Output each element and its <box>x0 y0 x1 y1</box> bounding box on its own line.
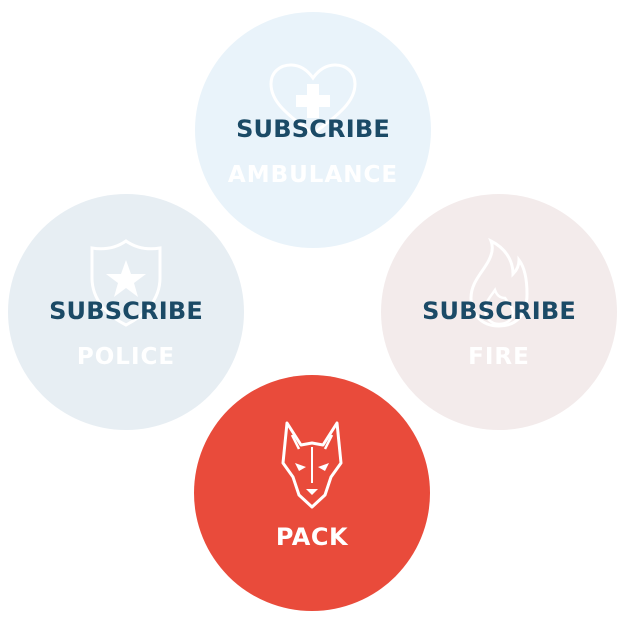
ambulance-subscribe-button[interactable]: SUBSCRIBE AMBULANCE <box>195 12 431 248</box>
wolf-icon <box>281 421 343 509</box>
police-subscribe-button[interactable]: SUBSCRIBE POLICE <box>8 194 244 430</box>
police-subscribe-label: SUBSCRIBE <box>49 297 203 325</box>
fire-label: FIRE <box>468 344 530 370</box>
pack-label: PACK <box>275 523 349 551</box>
subscription-menu: SUBSCRIBE AMBULANCE SUBSCRIBE POLICE SUB… <box>0 0 627 622</box>
ambulance-label: AMBULANCE <box>227 162 399 188</box>
fire-subscribe-button[interactable]: SUBSCRIBE FIRE <box>381 194 617 430</box>
fire-subscribe-label: SUBSCRIBE <box>422 297 576 325</box>
ambulance-subscribe-label: SUBSCRIBE <box>236 115 390 143</box>
pack-button[interactable]: PACK <box>194 375 430 611</box>
police-label: POLICE <box>76 344 176 370</box>
